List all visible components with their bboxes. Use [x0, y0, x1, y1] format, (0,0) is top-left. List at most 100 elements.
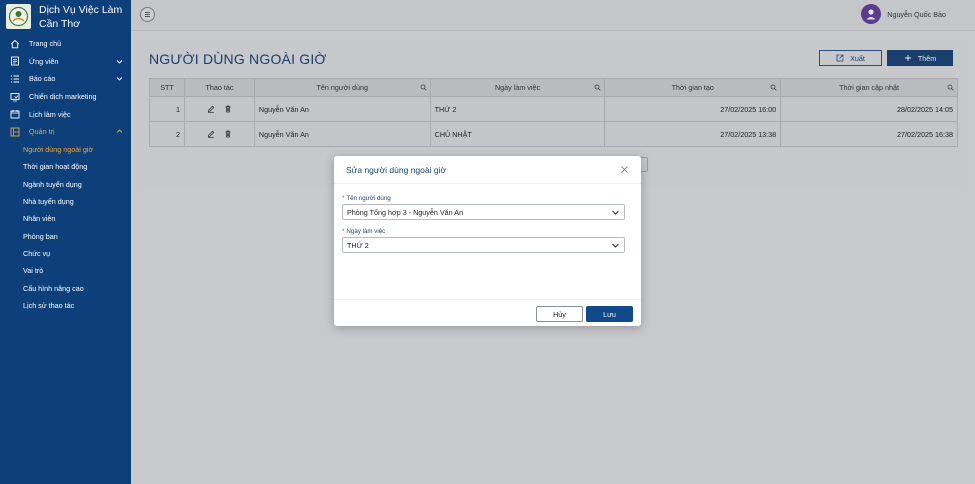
- modal-title: Sửa người dùng ngoài giờ: [346, 164, 447, 175]
- user-field: * Tên người dùng Phòng Tổng hợp 3 - Nguyễ…: [342, 195, 625, 220]
- cell-stt: 1: [149, 96, 185, 122]
- brand-line1: Dịch Vụ Việc Làm: [39, 4, 123, 16]
- sidebar-item-admin[interactable]: Quản trị: [0, 123, 131, 141]
- column-header-label: Thời gian cập nhật: [839, 83, 900, 92]
- sidebar-subitem-operating-time[interactable]: Thời gian hoạt động: [0, 158, 131, 175]
- cell-created: 27/02/2025 13:38: [604, 121, 782, 147]
- search-icon[interactable]: [420, 84, 427, 91]
- column-header-workday[interactable]: Ngày làm việc: [429, 78, 606, 97]
- export-label: Xuất: [850, 53, 865, 63]
- sidebar-item-label: Chiến dịch marketing: [29, 92, 97, 102]
- sidebar-subitem-staff[interactable]: Nhân viên: [0, 210, 131, 227]
- required-marker: *: [342, 195, 345, 202]
- edit-icon[interactable]: [207, 130, 215, 138]
- cell-created: 27/02/2025 16:00: [604, 96, 782, 122]
- workday-select[interactable]: THỨ 2: [342, 237, 625, 253]
- search-icon[interactable]: [594, 84, 601, 91]
- table-row[interactable]: 2 Nguyễn Văn An CHỦ NHẬT 27/02/2025 13:3…: [149, 121, 958, 147]
- user-select-value: Phòng Tổng hợp 3 - Nguyễn Văn An: [347, 207, 464, 217]
- avatar: [861, 4, 882, 24]
- brand[interactable]: Dịch Vụ Việc Làm Cần Thơ: [0, 0, 131, 32]
- logo: [6, 4, 31, 29]
- sidebar-item-marketing[interactable]: Chiến dịch marketing: [0, 88, 131, 106]
- column-header-updated[interactable]: Thời gian cập nhật: [780, 78, 958, 97]
- home-icon: [10, 39, 20, 49]
- sidebar-subitem-positions[interactable]: Chức vụ: [0, 245, 131, 262]
- cell-username: Nguyễn Văn An: [253, 96, 431, 122]
- trash-icon[interactable]: [224, 130, 232, 138]
- cell-updated: 28/02/2025 14:05: [780, 96, 958, 122]
- export-icon: [836, 54, 844, 62]
- column-header-username[interactable]: Tên người dùng: [253, 78, 431, 97]
- sidebar-subitem-action-history[interactable]: Lịch sử thao tác: [0, 297, 131, 314]
- search-icon[interactable]: [770, 84, 777, 91]
- page-title: NGƯỜI DÙNG NGOÀI GIỜ: [149, 51, 327, 67]
- sidebar-subitem-overtime-users[interactable]: Người dùng ngoài giờ: [0, 141, 131, 158]
- cell-workday: THỨ 2: [429, 96, 606, 122]
- column-header-label: Ngày làm việc: [494, 83, 541, 92]
- cell-actions: [183, 96, 255, 122]
- topbar: Nguyễn Quốc Bảo: [131, 0, 975, 31]
- sidebar-item-label: Trang chủ: [29, 39, 62, 49]
- column-header-label: Thời gian tạo: [671, 83, 714, 92]
- edit-icon[interactable]: [207, 105, 215, 113]
- column-header-stt: STT: [149, 78, 185, 97]
- sidebar-subitem-industries[interactable]: Ngành tuyển dụng: [0, 175, 131, 192]
- sidebar-item-reports[interactable]: Báo cáo: [0, 70, 131, 88]
- modal-header: Sửa người dùng ngoài giờ: [334, 156, 641, 184]
- document-icon: [10, 56, 20, 66]
- add-label: Thêm: [917, 53, 937, 63]
- add-button[interactable]: Thêm: [887, 50, 953, 66]
- cell-username: Nguyễn Văn An: [253, 121, 431, 147]
- table-row[interactable]: 1 Nguyễn Văn An THỨ 2 27/02/2025 16:00 2…: [149, 96, 958, 122]
- export-button[interactable]: Xuất: [819, 50, 882, 66]
- cell-updated: 27/02/2025 16:38: [780, 121, 958, 147]
- cell-stt: 2: [149, 121, 185, 147]
- menu-icon: [144, 11, 151, 18]
- user-name: Nguyễn Quốc Bảo: [887, 9, 946, 19]
- chevron-down-icon: [115, 75, 123, 83]
- cancel-button[interactable]: Hủy: [536, 306, 583, 322]
- sidebar-item-schedule[interactable]: Lịch làm việc: [0, 105, 131, 123]
- chevron-down-icon: [611, 208, 620, 217]
- chevron-down-icon: [115, 57, 123, 65]
- column-header-actions: Thao tác: [183, 78, 255, 97]
- workday-label-text: Ngày làm việc: [346, 228, 386, 235]
- user-menu[interactable]: Nguyễn Quốc Bảo: [861, 4, 946, 24]
- sidebar-subitem-roles[interactable]: Vai trò: [0, 262, 131, 279]
- modal-footer: Hủy Lưu: [334, 299, 641, 326]
- brand-line2: Cần Thơ: [39, 18, 81, 30]
- cell-workday: CHỦ NHẬT: [429, 121, 606, 147]
- sidebar-item-label: Quản trị: [29, 127, 55, 137]
- workday-field-label: * Ngày làm việc: [342, 228, 625, 237]
- user-select[interactable]: Phòng Tổng hợp 3 - Nguyễn Văn An: [342, 204, 625, 220]
- column-header-label: Thao tác: [205, 83, 234, 92]
- sidebar-nav: Trang chủ Ứng viên Báo cáo Chiến dịch ma…: [0, 35, 131, 314]
- menu-toggle-button[interactable]: [140, 7, 155, 22]
- column-header-label: STT: [160, 83, 174, 92]
- workday-field: * Ngày làm việc THỨ 2: [342, 228, 625, 253]
- campaign-icon: [10, 92, 20, 102]
- column-header-label: Tên người dùng: [316, 83, 369, 92]
- column-header-created[interactable]: Thời gian tạo: [604, 78, 782, 97]
- close-icon[interactable]: [620, 165, 629, 174]
- edit-overtime-user-modal: Sửa người dùng ngoài giờ * Tên người dùng…: [334, 156, 641, 326]
- sidebar-item-label: Ứng viên: [29, 56, 59, 66]
- cell-actions: [183, 121, 255, 147]
- chevron-down-icon: [611, 241, 620, 250]
- sidebar-subitem-employers[interactable]: Nhà tuyển dụng: [0, 193, 131, 210]
- plus-icon: [904, 54, 912, 62]
- save-button[interactable]: Lưu: [586, 306, 633, 322]
- admin-icon: [10, 127, 20, 137]
- sidebar-subitem-advanced-config[interactable]: Cấu hình nâng cao: [0, 280, 131, 297]
- user-field-label: * Tên người dùng: [342, 195, 625, 204]
- sidebar: Dịch Vụ Việc Làm Cần Thơ Trang chủ Ứng v…: [0, 0, 131, 484]
- sidebar-item-label: Lịch làm việc: [29, 109, 71, 119]
- sidebar-item-home[interactable]: Trang chủ: [0, 35, 131, 53]
- trash-icon[interactable]: [224, 105, 232, 113]
- search-icon[interactable]: [947, 84, 954, 91]
- sidebar-subitem-departments[interactable]: Phòng ban: [0, 228, 131, 245]
- overtime-users-table: STT Thao tác Tên người dùng Ngày làm việ…: [149, 78, 958, 147]
- calendar-icon: [10, 109, 20, 119]
- sidebar-item-candidates[interactable]: Ứng viên: [0, 53, 131, 71]
